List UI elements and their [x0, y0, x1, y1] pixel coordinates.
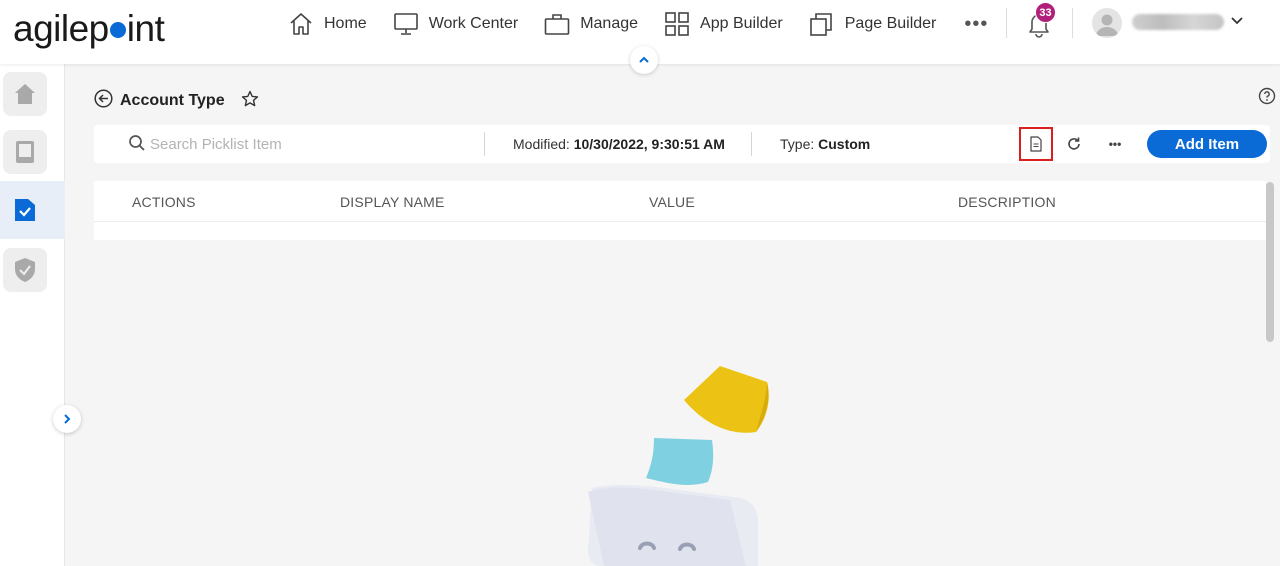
nav-work-center-label: Work Center — [428, 15, 519, 32]
nav-page-builder-label: Page Builder — [844, 15, 937, 32]
sidebar-item-picklists[interactable] — [3, 188, 47, 232]
checklist-icon — [15, 199, 35, 221]
page-header: Account Type — [94, 89, 259, 113]
type-value: Custom — [818, 136, 871, 152]
nav-work-center[interactable]: Work Center — [393, 12, 519, 36]
nav-manage[interactable]: Manage — [544, 12, 638, 36]
nav-home-label: Home — [324, 15, 367, 32]
monitor-icon — [393, 13, 418, 35]
page-title: Account Type — [120, 92, 225, 109]
document-icon — [1030, 136, 1042, 152]
modified-info: Modified: 10/30/2022, 9:30:51 AM — [513, 136, 725, 152]
nav-more-button[interactable]: ••• — [964, 13, 988, 36]
vertical-scrollbar[interactable] — [1266, 182, 1274, 342]
modified-label: Modified: — [513, 136, 570, 152]
empty-state-illustration — [588, 366, 769, 566]
help-icon — [1258, 87, 1276, 105]
shield-icon — [15, 258, 35, 282]
help-button[interactable] — [1258, 87, 1276, 110]
main-nav: Home Work Center Manage App Builder Page… — [288, 0, 988, 48]
chevron-down-icon — [1231, 17, 1243, 25]
expand-sidebar-button[interactable] — [53, 405, 81, 433]
search-icon — [129, 135, 145, 151]
divider — [1072, 8, 1073, 38]
nav-app-builder-label: App Builder — [700, 15, 783, 32]
type-info: Type: Custom — [780, 136, 870, 152]
nav-home[interactable]: Home — [288, 12, 367, 36]
agilepoint-logo[interactable]: agilep int — [13, 8, 165, 50]
user-name-redacted — [1132, 14, 1224, 30]
column-header-description[interactable]: DESCRIPTION — [958, 194, 1056, 210]
refresh-icon — [1068, 137, 1080, 150]
sidebar-item-device[interactable] — [3, 130, 47, 174]
picklist-toolbar: Modified: 10/30/2022, 9:30:51 AM Type: C… — [94, 125, 1270, 163]
pages-icon — [809, 13, 832, 36]
sidebar-item-security[interactable] — [3, 248, 47, 292]
nav-page-builder[interactable]: Page Builder — [809, 12, 937, 36]
favorite-button[interactable] — [241, 90, 259, 113]
collapse-header-button[interactable] — [630, 46, 658, 74]
divider — [484, 132, 485, 156]
column-header-actions[interactable]: ACTIONS — [132, 194, 196, 210]
tablet-icon — [16, 141, 34, 163]
chevron-up-icon — [639, 56, 649, 63]
chevron-right-icon — [64, 414, 71, 424]
sidebar-item-home[interactable] — [3, 72, 47, 116]
search-input[interactable] — [150, 131, 470, 157]
star-icon — [241, 90, 258, 106]
divider — [1006, 8, 1007, 38]
home-icon — [15, 84, 35, 104]
nav-app-builder[interactable]: App Builder — [664, 12, 783, 36]
divider — [751, 132, 752, 156]
back-button[interactable] — [94, 89, 113, 113]
notification-badge: 33 — [1035, 2, 1056, 23]
user-menu-toggle[interactable] — [1230, 14, 1244, 32]
briefcase-icon — [544, 14, 570, 35]
add-item-button[interactable]: Add Item — [1147, 130, 1267, 158]
logo-dot — [109, 22, 126, 39]
grid-icon — [665, 12, 689, 36]
left-sidebar — [0, 64, 65, 566]
user-avatar[interactable] — [1092, 8, 1122, 38]
more-actions-button[interactable]: ••• — [1098, 127, 1132, 161]
type-label: Type: — [780, 136, 815, 152]
user-icon — [1096, 14, 1118, 36]
back-arrow-icon — [94, 89, 113, 108]
column-header-value[interactable]: VALUE — [649, 194, 695, 210]
modified-value: 10/30/2022, 9:30:51 AM — [573, 136, 725, 152]
logo-text-start: agilep — [13, 8, 109, 49]
logo-text-end: int — [126, 8, 165, 49]
refresh-button[interactable] — [1057, 127, 1091, 161]
home-icon — [290, 13, 312, 35]
column-header-display-name[interactable]: DISPLAY NAME — [340, 194, 445, 210]
header-divider — [94, 221, 1266, 222]
nav-manage-label: Manage — [580, 15, 639, 32]
view-details-button[interactable] — [1019, 127, 1053, 161]
picklist-table: ACTIONS DISPLAY NAME VALUE DESCRIPTION — [94, 181, 1266, 240]
